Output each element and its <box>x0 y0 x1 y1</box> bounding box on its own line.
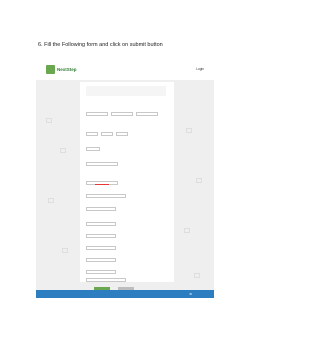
registration-form <box>80 82 174 282</box>
background-pattern-icon <box>46 118 52 123</box>
first-name-input[interactable] <box>86 112 108 116</box>
form-intro <box>86 86 166 96</box>
security-question-select[interactable] <box>86 270 116 274</box>
background-pattern-icon <box>48 198 54 203</box>
dob-year-select[interactable] <box>116 132 128 136</box>
qualification-select[interactable] <box>86 207 116 211</box>
address-input[interactable] <box>86 194 126 198</box>
site-header: NextStep Login <box>36 58 214 80</box>
middle-name-input[interactable] <box>111 112 133 116</box>
school-name-input[interactable] <box>86 234 116 238</box>
background-pattern-icon <box>62 248 68 253</box>
settings-icon[interactable]: ⚙ <box>189 292 192 296</box>
captcha-input[interactable] <box>86 278 126 282</box>
site-footer: ⚙ <box>36 290 214 298</box>
mobile-input[interactable] <box>86 181 118 185</box>
background-pattern-icon <box>196 178 202 183</box>
logo-icon <box>46 64 55 74</box>
instruction-heading: 6. Fill the Following form and click on … <box>38 42 163 48</box>
site-logo[interactable]: NextStep <box>46 64 77 74</box>
mobile-error-underline <box>95 183 109 185</box>
dob-month-select[interactable] <box>101 132 113 136</box>
background-pattern-icon <box>60 148 66 153</box>
logo-text: NextStep <box>57 66 77 72</box>
background-pattern-icon <box>194 273 200 278</box>
board-select[interactable] <box>86 246 116 250</box>
email-input[interactable] <box>86 162 118 166</box>
last-name-input[interactable] <box>136 112 158 116</box>
background-pattern-icon <box>186 128 192 133</box>
background-pattern-icon <box>184 228 190 233</box>
graduation-year-select[interactable] <box>86 222 116 226</box>
login-link[interactable]: Login <box>196 67 204 71</box>
dob-day-select[interactable] <box>86 132 98 136</box>
form-screenshot: NextStep Login ⚙ <box>36 58 214 298</box>
gender-select[interactable] <box>86 147 100 151</box>
percentage-input[interactable] <box>86 258 116 262</box>
